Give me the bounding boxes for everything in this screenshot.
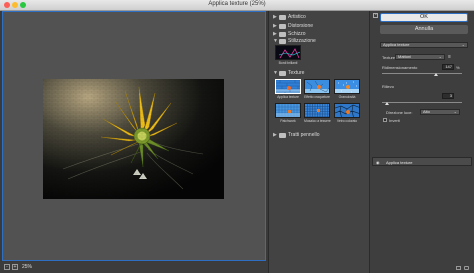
zoom-in-button[interactable]: +	[12, 264, 18, 270]
preview-canvas[interactable]	[2, 11, 266, 261]
invert-checkbox[interactable]	[383, 118, 387, 122]
scaling-slider-handle[interactable]	[433, 73, 438, 76]
invert-label: Inverti	[389, 118, 400, 123]
folder-icon	[279, 31, 286, 37]
category-texture[interactable]: ▼ Texture	[273, 69, 304, 77]
relief-slider-handle[interactable]	[384, 102, 389, 105]
texture-select[interactable]: Mattoni ⌄	[395, 54, 445, 60]
ok-button[interactable]: OK	[380, 13, 468, 22]
category-artistico[interactable]: ▶ Artistico	[273, 13, 306, 21]
zoom-out-button[interactable]: -	[4, 264, 10, 270]
thumb-caption: Effetto craquelure	[304, 95, 330, 99]
thumb-caption: Patchwork	[280, 119, 296, 123]
relief-input[interactable]: 3	[442, 93, 454, 99]
chevron-down-icon: ⌄	[461, 42, 465, 47]
thumb-caption: Mosaico a tessere	[304, 119, 331, 123]
window-title: Applica texture (25%)	[208, 1, 266, 7]
filter-thumb-applica-texture[interactable]: Applica texture	[275, 79, 301, 99]
scaling-label: Ridimensionamento	[382, 65, 418, 70]
filter-settings-panel: ⌃ OK Annulla Applica texture ⌄ Texture: …	[369, 11, 474, 273]
category-label: Artistico	[288, 14, 306, 20]
preview-image	[43, 79, 224, 199]
relief-slider[interactable]	[382, 102, 462, 103]
window-title-bar: Applica texture (25%)	[0, 0, 474, 11]
filter-thumb-effetto-craquelure[interactable]: Effetto craquelure	[304, 79, 330, 99]
filter-thumb-mosaico-tessere[interactable]: Mosaico a tessere	[304, 103, 331, 123]
filter-gallery: ▶ Artistico ▶ Distorsione ▶ Schizzo ▼ St…	[268, 11, 369, 273]
thumbnail	[275, 103, 301, 118]
folder-open-icon	[279, 70, 286, 76]
effect-layer-toolbar	[370, 263, 474, 273]
chevron-down-icon: ⌄	[453, 109, 457, 114]
folder-open-icon	[279, 38, 286, 44]
preview-status-bar: - + 25%	[0, 262, 268, 273]
scaling-input[interactable]: 147	[442, 64, 454, 70]
thumbnail	[275, 79, 301, 94]
filter-thumb-granulosita[interactable]: Granulosità	[334, 79, 360, 99]
thumb-caption: Granulosità	[338, 95, 356, 99]
thumbnail	[334, 103, 360, 118]
thumb-caption: Bordi brillanti	[278, 61, 298, 65]
category-label: Stilizzazione	[288, 38, 316, 44]
light-direction-value: Alto	[423, 109, 430, 114]
relief-label: Rilievo	[382, 84, 395, 89]
thumb-caption: Vetro colorato	[336, 119, 358, 123]
light-direction-select[interactable]: Alto ⌄	[420, 109, 460, 115]
light-direction-label: Direzione luce:	[386, 110, 413, 115]
category-distorsione[interactable]: ▶ Distorsione	[273, 22, 313, 30]
zoom-level[interactable]: 25%	[22, 264, 32, 270]
cancel-button[interactable]: Annulla	[380, 25, 468, 34]
scaling-slider[interactable]	[382, 73, 462, 74]
thumbnail	[334, 79, 360, 94]
thumbnail	[304, 79, 330, 94]
trash-icon[interactable]	[464, 266, 469, 270]
effect-layer-name: Applica texture	[386, 160, 413, 165]
texture-select-value: Mattoni	[398, 54, 412, 59]
folder-icon	[279, 132, 286, 138]
folder-icon	[279, 14, 286, 20]
category-label: Texture	[288, 70, 305, 76]
thumb-caption: Applica texture	[277, 95, 299, 99]
filter-thumb-bordi-brillanti[interactable]: Bordi brillanti	[275, 45, 301, 65]
filter-thumb-vetro-colorato[interactable]: Vetro colorato	[334, 103, 360, 123]
category-stilizzazione[interactable]: ▼ Stilizzazione	[273, 37, 316, 45]
category-label: Distorsione	[288, 23, 314, 29]
category-tratti-pennello[interactable]: ▶ Tratti pennello	[273, 131, 320, 139]
texture-menu-icon[interactable]: ≡	[448, 54, 451, 60]
category-label: Tratti pennello	[288, 132, 320, 138]
chevron-down-icon: ⌄	[438, 54, 442, 59]
folder-icon	[279, 23, 286, 29]
thumbnail	[275, 45, 301, 60]
effect-layer-row[interactable]: ◉ Applica texture	[372, 157, 472, 166]
thumbnail	[304, 103, 330, 118]
collapse-gallery-icon[interactable]: ⌃	[373, 13, 378, 18]
scaling-unit: %	[456, 65, 460, 70]
filter-select[interactable]: Applica texture ⌄	[380, 42, 468, 48]
eye-icon[interactable]: ◉	[376, 160, 380, 165]
filter-select-value: Applica texture	[383, 42, 410, 47]
filter-thumb-patchwork[interactable]: Patchwork	[275, 103, 301, 123]
new-effect-layer-icon[interactable]	[456, 266, 461, 270]
